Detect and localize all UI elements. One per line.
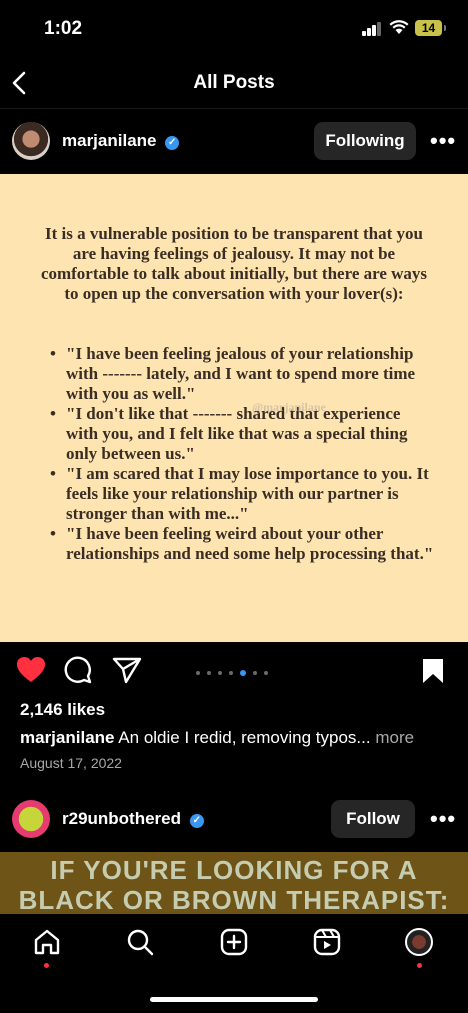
search-icon[interactable]: [126, 928, 154, 956]
profile-icon[interactable]: [405, 928, 433, 956]
like-heart-icon[interactable]: [16, 656, 46, 684]
more-options-icon[interactable]: •••: [430, 128, 456, 154]
following-button[interactable]: Following: [314, 122, 416, 160]
post-username-text[interactable]: marjanilane: [62, 131, 157, 150]
wifi-icon: [389, 20, 409, 34]
comment-icon[interactable]: [64, 656, 92, 684]
caption-text: An oldie I redid, removing typos...: [118, 728, 371, 747]
post-image[interactable]: IF YOU'RE LOOKING FOR A BLACK OR BROWN T…: [0, 852, 468, 914]
post-image-intro: It is a vulnerable position to be transp…: [40, 224, 428, 303]
reels-icon[interactable]: [313, 928, 341, 956]
carousel-indicator: [196, 664, 275, 682]
verified-badge-icon: ✓: [189, 814, 204, 828]
more-options-icon[interactable]: •••: [430, 806, 456, 832]
post-image[interactable]: It is a vulnerable position to be transp…: [0, 174, 468, 642]
share-icon[interactable]: [112, 656, 142, 684]
battery-indicator: 14: [415, 20, 446, 36]
quote-item: "I have been feeling jealous of your rel…: [50, 344, 435, 404]
post-image-text-line: BLACK OR BROWN THERAPIST:: [18, 885, 450, 914]
post-image-quotes: "I have been feeling jealous of your rel…: [50, 344, 435, 564]
avatar[interactable]: [12, 800, 50, 838]
post-date: August 17, 2022: [20, 755, 122, 771]
post-watermark: @marjanilane: [252, 400, 326, 414]
verified-badge-icon: ✓: [165, 136, 180, 150]
quote-item: "I have been feeling weird about your ot…: [50, 524, 435, 564]
status-time: 1:02: [44, 18, 83, 39]
post-image-text-line: IF YOU'RE LOOKING FOR A: [50, 855, 418, 885]
profile-notification-dot: [417, 963, 422, 968]
caption-more-link[interactable]: more: [375, 728, 414, 747]
home-indicator[interactable]: [150, 997, 318, 1002]
page-title: All Posts: [193, 72, 275, 93]
home-icon[interactable]: [33, 928, 61, 956]
cellular-signal-icon: [362, 22, 382, 36]
header-divider: [0, 108, 468, 109]
quote-item: "I am scared that I may lose importance …: [50, 464, 435, 524]
likes-count[interactable]: 2,146 likes: [20, 700, 105, 720]
post-username[interactable]: r29unbothered ✓: [62, 809, 204, 829]
post-caption: marjanilane An oldie I redid, removing t…: [20, 728, 414, 748]
create-icon[interactable]: [220, 928, 248, 956]
follow-button[interactable]: Follow: [331, 800, 415, 838]
avatar[interactable]: [12, 122, 50, 160]
caption-username[interactable]: marjanilane: [20, 728, 115, 747]
post-username[interactable]: marjanilane ✓: [62, 131, 180, 151]
quote-item: "I don't like that ------- shared that e…: [50, 404, 435, 464]
save-bookmark-icon[interactable]: [422, 658, 444, 684]
home-notification-dot: [44, 963, 49, 968]
post-username-text[interactable]: r29unbothered: [62, 809, 181, 828]
